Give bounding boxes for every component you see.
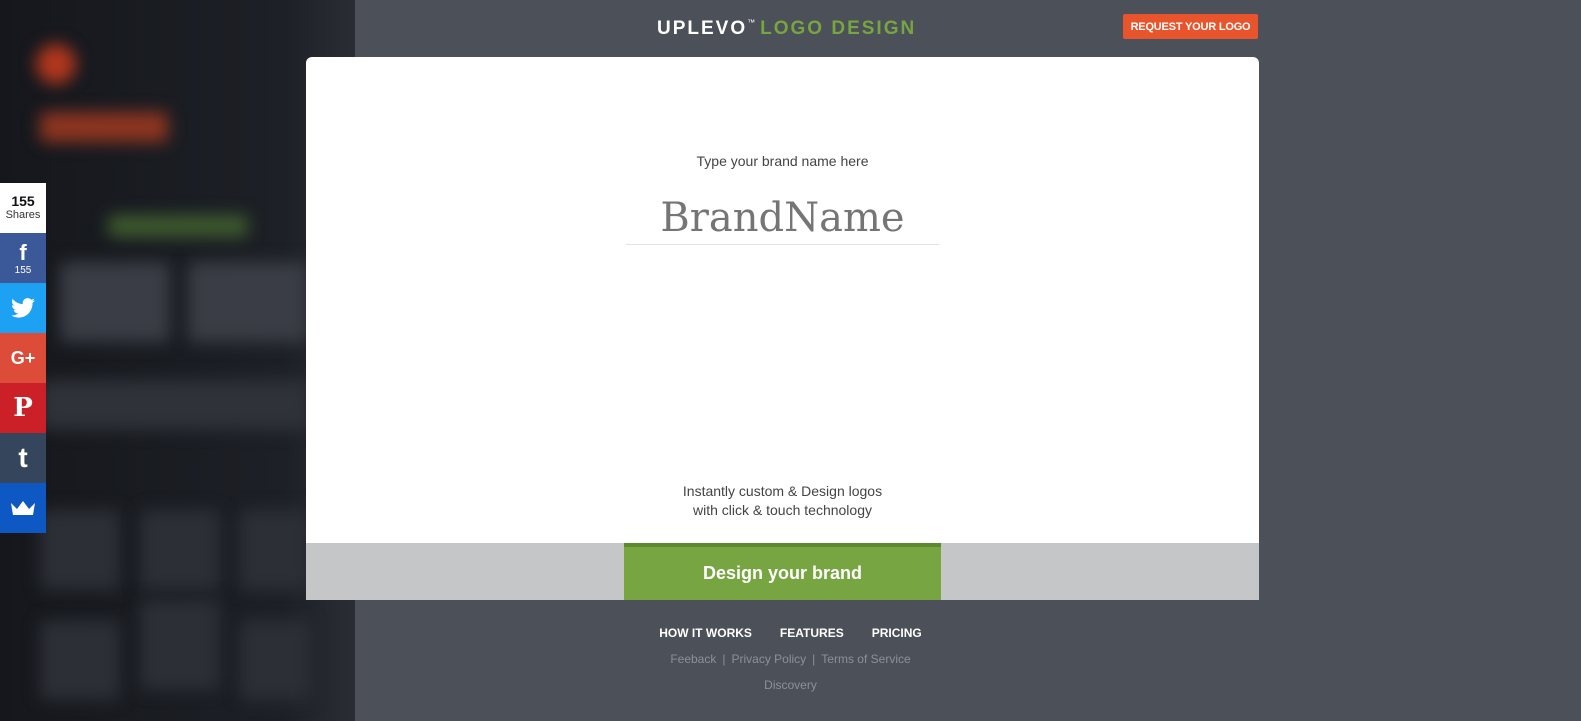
blurred-panel bbox=[40, 380, 310, 430]
background-sidebar bbox=[0, 0, 355, 721]
link-separator: | bbox=[812, 652, 816, 666]
brand-secondary: LOGO DESIGN bbox=[760, 18, 917, 39]
link-discovery[interactable]: Discovery bbox=[0, 678, 1581, 692]
tumblr-share-button[interactable]: t bbox=[0, 433, 46, 483]
blurred-logo bbox=[36, 44, 76, 84]
brand-name-prompt: Type your brand name here bbox=[696, 153, 869, 169]
link-privacy-policy[interactable]: Privacy Policy bbox=[731, 652, 806, 666]
request-logo-button[interactable]: REQUEST YOUR LOGO bbox=[1123, 14, 1258, 39]
nav-features[interactable]: FEATURES bbox=[780, 626, 844, 640]
design-your-brand-button[interactable]: Design your brand bbox=[624, 543, 941, 600]
social-share-bar: 155 Shares f 155 G+ P t bbox=[0, 183, 46, 533]
blurred-card bbox=[60, 262, 170, 342]
link-terms-of-service[interactable]: Terms of Service bbox=[821, 652, 910, 666]
link-feedback[interactable]: Feeback bbox=[670, 652, 716, 666]
twitter-icon bbox=[11, 298, 35, 318]
facebook-icon: f bbox=[19, 239, 27, 265]
pinterest-icon: P bbox=[13, 393, 33, 423]
pinterest-share-button[interactable]: P bbox=[0, 383, 46, 433]
footer-nav: HOW IT WORKS FEATURES PRICING bbox=[0, 626, 1581, 640]
blurred-button bbox=[40, 112, 168, 142]
blurred-tile bbox=[140, 510, 220, 590]
sumo-crown-icon bbox=[11, 501, 35, 515]
google-plus-icon: G+ bbox=[10, 348, 36, 368]
nav-how-it-works[interactable]: HOW IT WORKS bbox=[659, 626, 752, 640]
blurred-tile bbox=[40, 510, 120, 590]
blurred-heading bbox=[108, 215, 248, 237]
tagline-line-2: with click & touch technology bbox=[693, 502, 872, 518]
blurred-tile bbox=[140, 600, 220, 690]
google-plus-share-button[interactable]: G+ bbox=[0, 333, 46, 383]
design-modal: Type your brand name here Instantly cust… bbox=[306, 57, 1259, 600]
blurred-tile bbox=[240, 510, 310, 590]
sumo-share-button[interactable] bbox=[0, 483, 46, 533]
tagline-line-1: Instantly custom & Design logos bbox=[682, 483, 883, 499]
footer-links: Feeback | Privacy Policy | Terms of Serv… bbox=[0, 652, 1581, 666]
share-count: 155 Shares bbox=[0, 183, 46, 233]
blurred-card bbox=[188, 262, 308, 342]
link-separator: | bbox=[722, 652, 726, 666]
tagline: Instantly custom & Design logos with cli… bbox=[306, 482, 1259, 520]
facebook-share-count: 155 bbox=[14, 264, 32, 276]
share-total-label: Shares bbox=[5, 209, 41, 221]
tumblr-icon: t bbox=[18, 442, 28, 473]
brand-primary: UPLEVO bbox=[657, 18, 748, 39]
nav-pricing[interactable]: PRICING bbox=[872, 626, 922, 640]
uplevo-logo[interactable]: UPLEVO ™ LOGO DESIGN bbox=[657, 18, 916, 44]
modal-footer-bar: Design your brand bbox=[306, 543, 1259, 600]
twitter-share-button[interactable] bbox=[0, 283, 46, 333]
share-total-number: 155 bbox=[11, 193, 35, 209]
facebook-share-button[interactable]: f 155 bbox=[0, 233, 46, 283]
brand-name-input[interactable] bbox=[626, 191, 939, 245]
trademark-mark: ™ bbox=[747, 18, 758, 27]
